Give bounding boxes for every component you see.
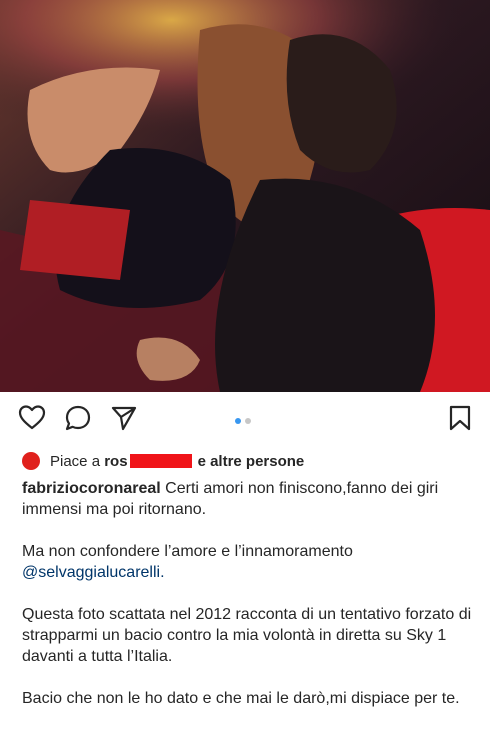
caption-text-4: Bacio che non le ho dato e che mai le da… xyxy=(22,690,460,707)
photo-illustration xyxy=(0,0,490,392)
bookmark-icon[interactable] xyxy=(446,404,474,432)
likes-prefix: Piace a xyxy=(50,452,101,470)
comment-icon[interactable] xyxy=(64,404,92,432)
caption-text-2: Ma non confondere l’amore e l’innamorame… xyxy=(22,543,353,560)
carousel-dot-active xyxy=(235,418,241,424)
heart-icon[interactable] xyxy=(18,404,46,432)
paper-plane-icon[interactable] xyxy=(110,404,138,432)
caption-paragraph-4: Bacio che non le ho dato e che mai le da… xyxy=(22,688,482,709)
post-caption: fabriziocoronareal Certi amori non finis… xyxy=(22,478,482,730)
carousel-dot xyxy=(245,418,251,424)
redaction-bar xyxy=(129,454,192,468)
caption-paragraph-3: Questa foto scattata nel 2012 racconta d… xyxy=(22,604,482,667)
caption-paragraph-1: fabriziocoronareal Certi amori non finis… xyxy=(22,478,482,520)
caption-username[interactable]: fabriziocoronareal xyxy=(22,480,161,497)
caption-paragraph-2: Ma non confondere l’amore e l’innamorame… xyxy=(22,541,482,583)
carousel-indicator xyxy=(235,418,251,424)
caption-mention[interactable]: @selvaggialucarelli. xyxy=(22,564,165,581)
likes-summary[interactable]: Piace a ros e altre persone xyxy=(22,450,304,472)
post-photo[interactable] xyxy=(0,0,490,392)
likes-suffix[interactable]: e altre persone xyxy=(198,453,305,470)
liker-avatar xyxy=(22,452,40,470)
liker-name[interactable]: ros xyxy=(104,453,127,470)
caption-text-3: Questa foto scattata nel 2012 racconta d… xyxy=(22,606,472,665)
